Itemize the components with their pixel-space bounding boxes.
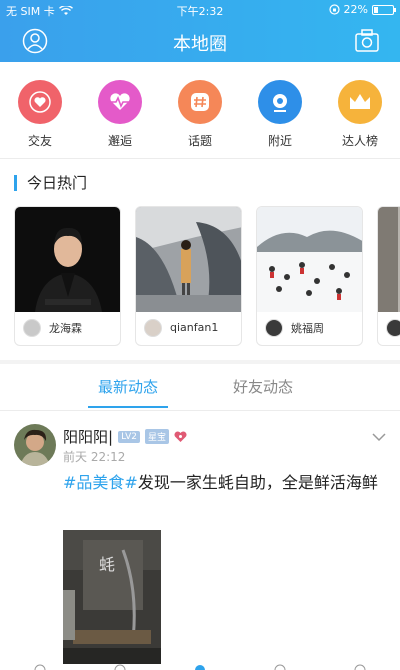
hot-username: 龙海霖 (49, 321, 82, 335)
avatar (144, 318, 162, 337)
hot-user: 龙海霖 (15, 310, 120, 345)
hot-image (136, 207, 241, 312)
quick-access-bar: 交友 邂逅 话题 附近 达人榜 (0, 62, 400, 158)
hot-image (257, 207, 362, 312)
quick-item-nearby[interactable]: 附近 (245, 62, 315, 158)
camera-icon[interactable] (354, 28, 380, 54)
post-time: 前天 22:12 (63, 450, 126, 464)
post-hashtag[interactable]: #品美食# (63, 473, 138, 492)
orientation-lock-icon (328, 4, 340, 15)
divider (0, 158, 400, 159)
heart-badge-icon (174, 431, 187, 442)
quick-label: 达人榜 (341, 134, 378, 148)
hot-card[interactable]: 姚福周 (256, 206, 363, 346)
status-right: 22% (328, 3, 396, 16)
location-icon (258, 80, 302, 124)
hot-card[interactable]: qianfan1 (135, 206, 242, 346)
hot-list: 龙海霖 qianfan1 姚福周 (14, 206, 400, 346)
svg-text:蚝: 蚝 (99, 555, 115, 574)
quick-item-topic[interactable]: 话题 (165, 62, 235, 158)
avatar[interactable] (14, 424, 56, 466)
feed-tabs: 最新动态 好友动态 (0, 366, 400, 410)
quick-label: 交友 (27, 134, 52, 148)
hot-image (15, 207, 120, 312)
hot-user: qianfan1 (136, 310, 241, 345)
feed-post[interactable]: 阳阳阳| LV2 星宝 前天 22:12 #品美食#发现一家生蚝自助，全是鲜活海… (0, 418, 400, 670)
hot-username: 姚福周 (291, 321, 324, 335)
hot-section-title: 今日热门 (14, 172, 87, 193)
heart-icon (18, 80, 62, 124)
quick-label: 邂逅 (107, 134, 132, 148)
crown-icon (338, 80, 382, 124)
divider (0, 410, 400, 411)
hashtag-icon (178, 80, 222, 124)
app-header: 无 SIM 卡 下午2:32 22% 本地圈 (0, 0, 400, 62)
chevron-down-icon[interactable] (372, 432, 386, 442)
hot-username: qianfan1 (170, 321, 219, 334)
quick-item-encounter[interactable]: 邂逅 (85, 62, 155, 158)
post-body: 发现一家生蚝自助，全是鲜活海鲜 (137, 473, 378, 492)
post-text: #品美食#发现一家生蚝自助，全是鲜活海鲜 (63, 470, 388, 496)
post-image[interactable]: 蚝 (63, 530, 161, 670)
quick-item-ranking[interactable]: 达人榜 (325, 62, 395, 158)
avatar (23, 318, 41, 337)
tab-latest[interactable]: 最新动态 (68, 376, 188, 397)
active-tab-indicator (88, 406, 168, 408)
avatar (386, 318, 400, 337)
title-accent-bar (14, 174, 17, 191)
avatar (265, 318, 283, 337)
vip-badge: 星宝 (144, 429, 169, 444)
hot-card[interactable]: 龙海霖 (14, 206, 121, 346)
level-badge: LV2 (118, 430, 140, 443)
hot-user: 姚福周 (257, 310, 362, 345)
hot-title-text: 今日热门 (27, 174, 88, 192)
section-divider (0, 360, 400, 364)
heartbeat-icon (98, 80, 142, 124)
tab-friends[interactable]: 好友动态 (203, 376, 323, 397)
battery-fill (374, 6, 379, 13)
bottom-tab-bar-edge (0, 664, 400, 670)
post-author: 阳阳阳| LV2 星宝 (63, 426, 187, 447)
quick-label: 话题 (187, 134, 212, 148)
quick-item-friends[interactable]: 交友 (5, 62, 75, 158)
nav-bar: 本地圈 (0, 22, 400, 60)
page-title: 本地圈 (173, 34, 227, 55)
quick-label: 附近 (267, 134, 292, 148)
status-bar: 无 SIM 卡 下午2:32 22% (0, 0, 400, 20)
hot-card[interactable] (377, 206, 400, 346)
post-author-name: 阳阳阳| (63, 428, 114, 446)
hot-user (378, 310, 400, 345)
battery-icon (372, 4, 396, 15)
hot-image (378, 207, 400, 312)
battery-percent: 22% (343, 3, 368, 16)
